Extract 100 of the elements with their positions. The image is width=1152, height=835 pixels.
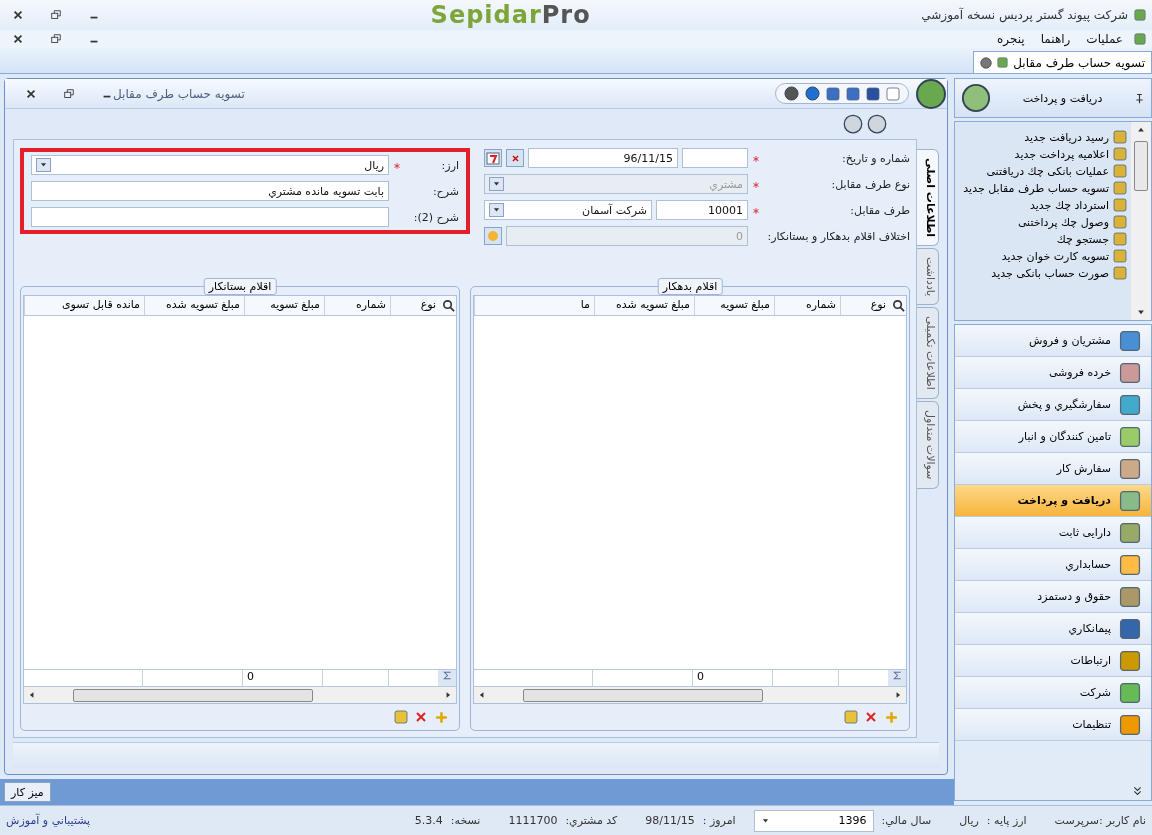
scroll-thumb[interactable] bbox=[1134, 141, 1148, 191]
delete-icon[interactable] bbox=[864, 710, 878, 724]
sidebar-item[interactable]: اعلامیه پرداخت جدید bbox=[959, 147, 1127, 161]
column-header[interactable]: مانده قابل تسوی bbox=[24, 296, 144, 315]
app-icon bbox=[1134, 33, 1146, 45]
column-header[interactable]: نوع bbox=[390, 296, 440, 315]
module-icon bbox=[1119, 425, 1141, 448]
sidebar-item[interactable]: وصول چك پرداختنی bbox=[959, 215, 1127, 229]
column-header[interactable]: شماره bbox=[774, 296, 840, 315]
clear-button[interactable] bbox=[506, 149, 524, 167]
scroll-thumb[interactable] bbox=[523, 688, 763, 702]
caret-icon bbox=[492, 205, 501, 214]
side-tab[interactable]: اطلاعات اصلی bbox=[917, 149, 939, 247]
readout-field: 0 bbox=[506, 226, 748, 246]
calendar-button[interactable] bbox=[484, 149, 502, 167]
module-icon bbox=[1119, 681, 1141, 704]
module-item[interactable]: دارایی ثابت bbox=[955, 517, 1151, 549]
side-tab[interactable]: یادداشت bbox=[917, 248, 939, 306]
field-label: ارز: bbox=[440, 158, 459, 172]
caret-icon bbox=[492, 179, 501, 188]
code-field[interactable]: 10001 bbox=[656, 200, 748, 220]
date-field[interactable]: 96/11/15 bbox=[528, 148, 678, 168]
status-label: امروز : bbox=[702, 814, 736, 827]
module-item[interactable]: سفارشگیري و پخش bbox=[955, 389, 1151, 421]
column-header[interactable]: مبلغ تسویه شده bbox=[144, 296, 244, 315]
module-icon bbox=[1119, 393, 1141, 416]
text-field[interactable]: بابت تسویه مانده مشتري bbox=[31, 181, 389, 201]
search-icon[interactable] bbox=[441, 299, 455, 312]
column-header[interactable]: مبلغ تسویه شده bbox=[594, 296, 694, 315]
column-header[interactable]: مبلغ تسویه bbox=[694, 296, 774, 315]
module-icon bbox=[1119, 521, 1141, 544]
combo-field[interactable]: ریال bbox=[31, 155, 389, 175]
scroll-thumb[interactable] bbox=[73, 688, 313, 702]
column-header[interactable]: ما bbox=[474, 296, 594, 315]
sidebar-item[interactable]: جستجو چك bbox=[959, 232, 1127, 246]
dropdown-button[interactable] bbox=[489, 203, 504, 217]
module-item[interactable]: سفارش کار bbox=[955, 453, 1151, 485]
module-item[interactable]: تنظیمات bbox=[955, 709, 1151, 741]
app-logo: SepidarPro bbox=[430, 1, 591, 29]
sidebar-item[interactable]: عملیات بانکی چك دریافتنی bbox=[959, 164, 1127, 178]
sidebar-title: دریافت و پرداخت bbox=[1021, 91, 1104, 105]
status-label: سال مالي: bbox=[881, 814, 932, 827]
sidebar-item[interactable]: استرداد چك جدید bbox=[959, 198, 1127, 212]
module-item[interactable]: حقوق و دستمزد bbox=[955, 581, 1151, 613]
text-field[interactable] bbox=[31, 207, 389, 227]
desktop-button[interactable]: میز کار bbox=[4, 782, 51, 802]
field-label: اختلاف اقلام بدهکار و بستانکار: bbox=[768, 229, 910, 243]
dropdown-button[interactable] bbox=[36, 158, 51, 172]
module-icon bbox=[1119, 617, 1141, 640]
module-icon bbox=[1119, 457, 1141, 480]
combo-field[interactable]: شرکت آسمان bbox=[484, 200, 652, 220]
sidebar-item[interactable]: رسید دریافت جدید bbox=[959, 130, 1127, 144]
module-item[interactable]: دریافت و پرداخت bbox=[955, 485, 1151, 517]
document-tab[interactable]: تسویه حساب طرف مقابل bbox=[973, 51, 1152, 73]
status-value: 5.3.4 bbox=[414, 814, 443, 827]
sidebar-item[interactable]: تسویه کارت خوان جدید bbox=[959, 249, 1127, 263]
logo-icon bbox=[915, 77, 947, 110]
menu-item[interactable]: راهنما bbox=[1035, 32, 1076, 46]
delete-icon[interactable] bbox=[414, 710, 428, 724]
column-header[interactable]: مبلغ تسویه bbox=[244, 296, 324, 315]
column-header[interactable]: شماره bbox=[324, 296, 390, 315]
restore-icon[interactable] bbox=[50, 9, 62, 21]
restore-icon[interactable] bbox=[50, 33, 62, 45]
expand-icon[interactable] bbox=[1132, 785, 1143, 796]
status-label: نسخه: bbox=[450, 814, 481, 827]
module-item[interactable]: حسابداري bbox=[955, 549, 1151, 581]
caret-icon bbox=[760, 816, 770, 825]
column-header[interactable]: نوع bbox=[840, 296, 890, 315]
vertical-scrollbar[interactable] bbox=[1131, 122, 1151, 320]
user-label: نام کاربر :سرپرست bbox=[1054, 814, 1146, 827]
year-dropdown[interactable]: 1396 bbox=[753, 809, 874, 832]
pin-icon[interactable] bbox=[1134, 92, 1145, 104]
number-field[interactable] bbox=[682, 148, 748, 168]
module-item[interactable]: خرده فروشی bbox=[955, 357, 1151, 389]
search-icon[interactable] bbox=[891, 299, 905, 312]
module-item[interactable]: ارتباطات bbox=[955, 645, 1151, 677]
field-label: طرف مقابل: bbox=[849, 203, 910, 217]
menu-item[interactable]: عملیات bbox=[1081, 32, 1128, 46]
status-value: 1111700 bbox=[508, 814, 558, 827]
menu-item[interactable]: پنجره bbox=[992, 32, 1030, 46]
module-item[interactable]: تامین کنندگان و انبار bbox=[955, 421, 1151, 453]
caret-icon bbox=[39, 160, 48, 169]
module-item[interactable]: پیمانکاري bbox=[955, 613, 1151, 645]
module-icon bbox=[1119, 585, 1141, 608]
sidebar-item[interactable]: تسویه حساب طرف مقابل جدید bbox=[959, 181, 1127, 195]
side-tab[interactable]: اطلاعات تکمیلی bbox=[917, 307, 939, 400]
status-label: کد مشتري: bbox=[565, 814, 618, 827]
status-value: 98/11/15 bbox=[645, 814, 695, 827]
support-link[interactable]: پشتيباني و آموزش bbox=[6, 814, 91, 827]
sidebar-item[interactable]: صورت حساب بانکی جدید bbox=[959, 266, 1127, 280]
panel-title: اقلام بستانکار bbox=[203, 278, 277, 295]
module-icon bbox=[1119, 649, 1141, 672]
field-label: نوع طرف مقابل: bbox=[830, 177, 910, 191]
module-item[interactable]: شرکت bbox=[955, 677, 1151, 709]
horizontal-scrollbar[interactable] bbox=[24, 686, 456, 703]
module-item[interactable]: مشتریان و فروش bbox=[955, 325, 1151, 357]
side-tab[interactable]: سوالات متداول bbox=[917, 401, 939, 489]
app-icon bbox=[1134, 9, 1146, 21]
horizontal-scrollbar[interactable] bbox=[474, 686, 906, 703]
restore-icon[interactable] bbox=[63, 87, 75, 100]
